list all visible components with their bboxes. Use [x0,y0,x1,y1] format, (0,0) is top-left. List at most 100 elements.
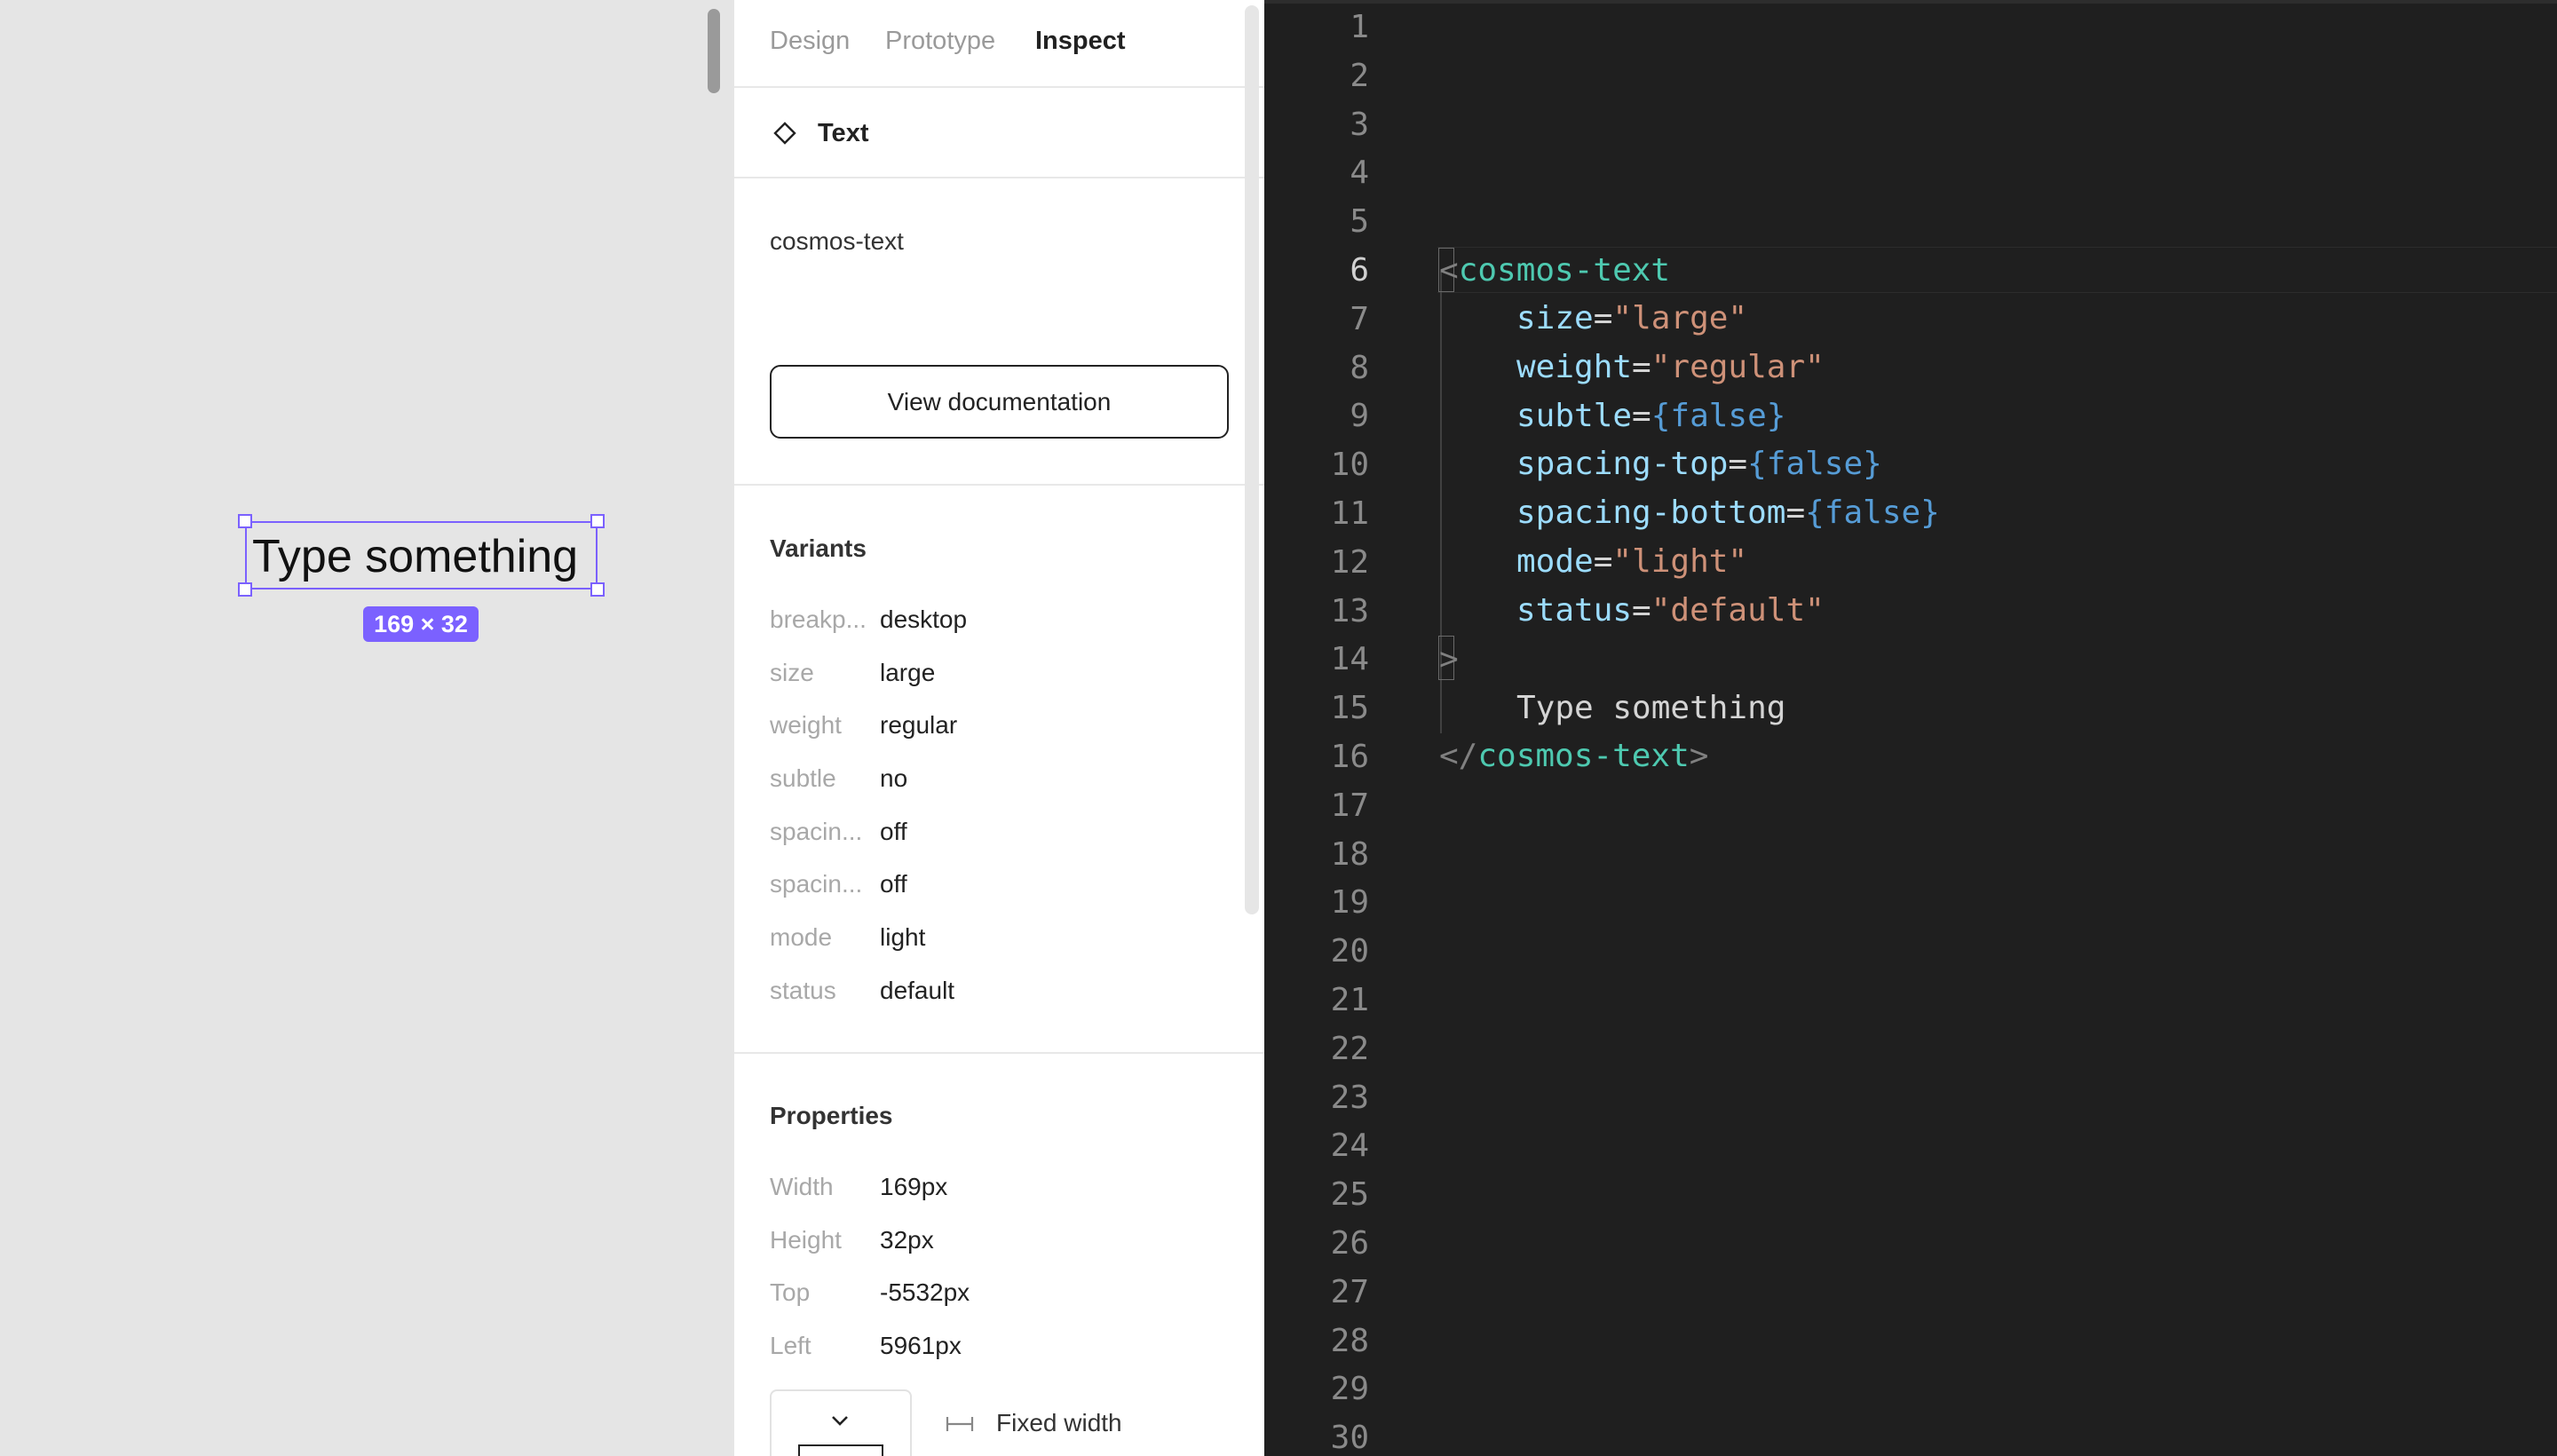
view-documentation-button[interactable]: View documentation [770,365,1229,439]
divider [734,484,1264,486]
line-number: 2 [1350,57,1369,94]
tab-design[interactable]: Design [770,27,850,56]
code-token-tag: cosmos-text [1477,738,1690,774]
code-token-punct: </ [1439,738,1478,774]
line-number: 17 [1330,787,1369,824]
property-label: Left [770,1332,811,1359]
resizing-selector[interactable] [770,1389,912,1456]
code-token-attr: spacing-bottom [1516,495,1786,532]
line-number: 30 [1330,1420,1369,1456]
line-number: 20 [1330,933,1369,970]
divider [734,1052,1264,1054]
code-token-eq: = [1728,446,1748,483]
variant-label: spacin... [770,818,863,845]
code-line: > [1439,636,1459,684]
panel-scrollbar[interactable] [1245,5,1259,914]
variant-value: large [880,659,936,686]
line-number: 5 [1350,203,1369,241]
code-line: <cosmos-text [1439,247,1670,295]
properties-title: Properties [770,1102,893,1129]
resize-handle-top-left[interactable] [238,514,252,528]
code-token-eq: = [1593,300,1613,336]
code-token-punct: > [1439,641,1459,677]
code-token-value: "large" [1612,300,1748,336]
variant-label: breakp... [770,605,867,633]
property-label: Top [770,1278,811,1306]
chevron-down-icon [832,1416,848,1426]
resize-handle-bottom-left[interactable] [238,582,252,597]
code-token-eq: = [1632,591,1651,629]
line-number: 22 [1330,1030,1369,1067]
code-token-punct: > [1689,738,1709,774]
line-number: 26 [1330,1225,1369,1262]
line-number: 15 [1330,690,1369,727]
variant-value: off [880,870,907,898]
line-number: 8 [1350,349,1369,386]
variant-label: weight [770,711,842,739]
code-token-eq: = [1593,543,1613,580]
variant-value: off [880,818,907,845]
component-name: cosmos-text [770,227,904,255]
resize-handle-top-right[interactable] [590,514,605,528]
code-token-attr: mode [1516,543,1594,580]
inspect-panel: Design Prototype Inspect Text cosmos-tex… [734,0,1264,1456]
code-token-eq: = [1785,495,1806,532]
line-number: 28 [1330,1322,1369,1359]
line-number: 14 [1330,641,1369,678]
variant-value: light [880,923,926,951]
line-number: 27 [1330,1273,1369,1310]
fixed-width-label: Fixed width [996,1409,1122,1436]
canvas-scrollbar[interactable] [708,9,720,93]
line-number: 3 [1350,106,1369,143]
variant-value: regular [880,711,958,739]
fixed-width-icon [946,1417,974,1431]
variant-value: no [880,764,908,792]
line-number: 24 [1330,1128,1369,1165]
code-line: weight="regular" [1516,344,1825,392]
line-number: 11 [1330,495,1369,532]
variant-label: size [770,659,814,686]
line-number: 21 [1330,982,1369,1018]
resize-handle-bottom-right[interactable] [590,582,605,597]
code-token-eq: = [1632,348,1651,385]
variant-value: desktop [880,605,968,633]
variant-label: subtle [770,764,836,792]
resize-preview-icon [798,1444,883,1456]
divider [734,86,1264,88]
selected-text-layer[interactable]: Type something [238,514,605,597]
code-token-tag: cosmos-text [1458,252,1671,289]
code-token-attr: weight [1516,348,1633,385]
code-editor[interactable]: 1 2 3 4 5 6 7 8 9 10 11 12 13 14 15 16 17 18 19 20 21 22 23 24 2… [1264,0,2557,1456]
code-token-value: "regular" [1651,348,1825,385]
line-number: 18 [1330,835,1369,873]
selected-text-content: Type something [252,531,579,582]
code-token-value: {false} [1747,446,1882,483]
property-value: 32px [880,1226,934,1254]
line-number: 25 [1330,1176,1369,1214]
line-number: 13 [1330,592,1369,629]
code-token-punct: < [1439,252,1459,289]
code-token-eq: = [1632,397,1651,434]
variant-label: mode [770,923,833,951]
property-value: -5532px [880,1278,970,1306]
property-value: 5961px [880,1332,962,1359]
code-line: status="default" [1516,587,1825,635]
line-number: 4 [1350,154,1369,192]
variant-value: default [880,977,955,1004]
divider [734,177,1264,178]
code-line: Type something [1516,684,1785,732]
code-token-value: "default" [1651,591,1825,629]
dimension-badge: 169 × 32 [363,606,479,642]
line-number: 7 [1350,300,1369,337]
code-line: mode="light" [1516,538,1747,586]
variant-label: spacin... [770,870,863,898]
line-number: 10 [1330,447,1369,484]
line-number: 29 [1330,1371,1369,1408]
code-token-attr: size [1516,300,1594,336]
tab-prototype[interactable]: Prototype [885,27,995,56]
design-canvas[interactable]: Type something 169 × 32 [0,0,734,1456]
code-token-content: Type something [1516,690,1786,726]
tab-inspect[interactable]: Inspect [1035,27,1126,56]
property-label: Width [770,1173,834,1200]
component-diamond-icon [773,122,796,145]
